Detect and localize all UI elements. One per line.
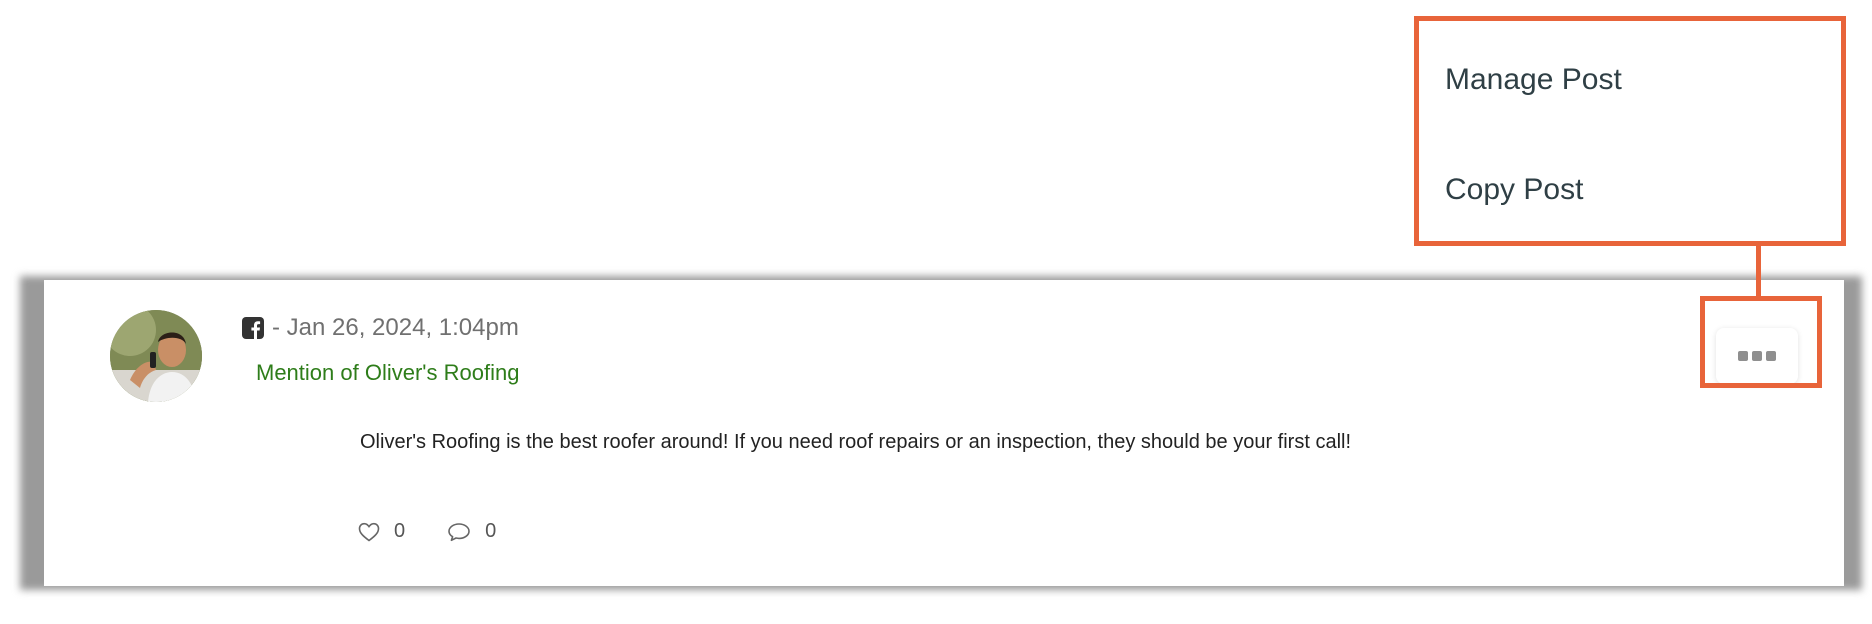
mention-link[interactable]: Mention of Oliver's Roofing — [256, 360, 519, 386]
more-button-highlight — [1700, 296, 1822, 388]
post-body: Oliver's Roofing is the best roofer arou… — [360, 431, 1352, 453]
comment-count: 0 — [485, 520, 497, 542]
like-count: 0 — [394, 520, 406, 542]
comment-icon — [448, 522, 470, 541]
post-timestamp: - Jan 26, 2024, 1:04pm — [272, 314, 519, 341]
menu-item-manage-post[interactable]: Manage Post — [1445, 63, 1622, 97]
page: - Jan 26, 2024, 1:04pm Mention of Oliver… — [0, 0, 1872, 624]
comment-button[interactable]: 0 — [447, 520, 496, 543]
menu-item-copy-post[interactable]: Copy Post — [1445, 173, 1583, 207]
post-actions: 0 0 — [358, 520, 496, 543]
like-button[interactable]: 0 — [358, 520, 405, 543]
post-meta: - Jan 26, 2024, 1:04pm — [242, 314, 519, 342]
avatar-image — [110, 310, 202, 402]
callout-connector — [1756, 244, 1761, 296]
avatar — [110, 310, 202, 402]
facebook-icon — [242, 317, 264, 339]
heart-icon — [358, 522, 380, 542]
post-options-menu: Manage Post Copy Post — [1414, 16, 1846, 246]
post-card: - Jan 26, 2024, 1:04pm Mention of Oliver… — [44, 280, 1844, 586]
